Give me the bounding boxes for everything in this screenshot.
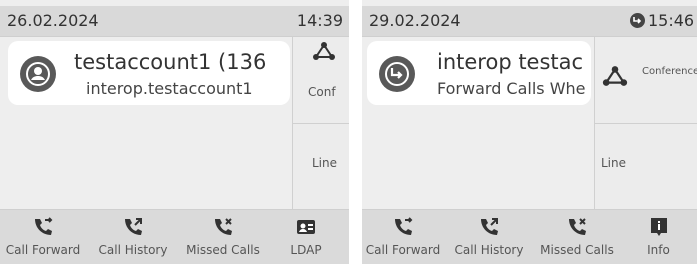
softkey-label: Missed Calls	[540, 243, 614, 257]
line-key-column: Conference Line	[594, 37, 697, 209]
call-history-icon	[481, 218, 498, 235]
account-name: interop testac	[437, 50, 584, 74]
status-time: 15:46	[648, 11, 695, 30]
line-key-column: Conf Line	[292, 37, 349, 209]
status-time: 14:39	[296, 11, 343, 30]
call-forward-avatar-icon	[379, 56, 415, 92]
line-key-line-label: Line	[601, 156, 627, 170]
line-key-line[interactable]: Line	[293, 123, 349, 209]
phone-screen-right: 29.02.2024 15:46 interop testac Forward …	[362, 0, 697, 264]
softkey-label: LDAP	[290, 243, 322, 257]
softkey-info[interactable]: Info	[620, 210, 697, 264]
status-bar: 29.02.2024 15:46	[362, 6, 697, 37]
softkey-call-history[interactable]: Call History	[86, 210, 180, 264]
account-sub: Forward Calls Whe	[437, 79, 586, 98]
idle-area: interop testac Forward Calls Whe Confere…	[362, 37, 697, 209]
softkey-label: Call Forward	[365, 243, 441, 257]
account-sub: interop.testaccount1	[86, 79, 253, 98]
call-forward-icon	[35, 217, 53, 235]
line-key-conf-label: Conference	[642, 66, 697, 77]
status-bar: 26.02.2024 14:39	[0, 6, 349, 37]
softkey-label: Call History	[98, 243, 168, 257]
account-name: testaccount1 (136	[74, 50, 267, 74]
account-card[interactable]: testaccount1 (136 interop.testaccount1	[8, 41, 290, 105]
line-key-conf[interactable]: Conf	[293, 37, 349, 124]
conference-icon	[313, 42, 335, 60]
softkey-missed-calls[interactable]: Missed Calls	[180, 210, 266, 264]
info-icon	[650, 218, 667, 236]
softkey-bar: Call Forward Call History Missed Calls I…	[362, 209, 697, 264]
status-date: 29.02.2024	[369, 11, 461, 30]
line-key-line-label: Line	[312, 156, 338, 170]
status-time-group: 15:46	[630, 11, 694, 30]
softkey-missed-calls[interactable]: Missed Calls	[534, 210, 620, 264]
softkey-call-forward[interactable]: Call Forward	[362, 210, 444, 264]
softkey-ldap[interactable]: LDAP	[266, 210, 346, 264]
softkey-label: Missed Calls	[186, 243, 260, 257]
call-forward-icon	[395, 217, 413, 235]
avatar-icon	[20, 56, 56, 92]
account-card[interactable]: interop testac Forward Calls Whe	[367, 41, 591, 105]
ldap-icon	[297, 220, 315, 234]
conference-icon	[602, 66, 628, 86]
missed-calls-icon	[569, 218, 586, 235]
line-key-conf-label: Conf	[308, 85, 336, 99]
status-date: 26.02.2024	[7, 11, 99, 30]
line-key-line[interactable]: Line	[595, 123, 697, 209]
softkey-call-forward[interactable]: Call Forward	[0, 210, 86, 264]
softkey-label: Call History	[454, 243, 524, 257]
call-history-icon	[125, 218, 142, 235]
softkey-call-history[interactable]: Call History	[444, 210, 534, 264]
call-forward-status-icon	[630, 13, 645, 28]
softkey-label: Info	[647, 243, 670, 257]
idle-area: testaccount1 (136 interop.testaccount1 C…	[0, 37, 349, 209]
line-key-conference[interactable]: Conference	[595, 37, 697, 124]
phone-screen-left: 26.02.2024 14:39 testaccount1 (136 inter…	[0, 0, 349, 264]
softkey-label: Call Forward	[5, 243, 81, 257]
missed-calls-icon	[215, 218, 232, 235]
softkey-bar: Call Forward Call History Missed Calls L…	[0, 209, 349, 264]
